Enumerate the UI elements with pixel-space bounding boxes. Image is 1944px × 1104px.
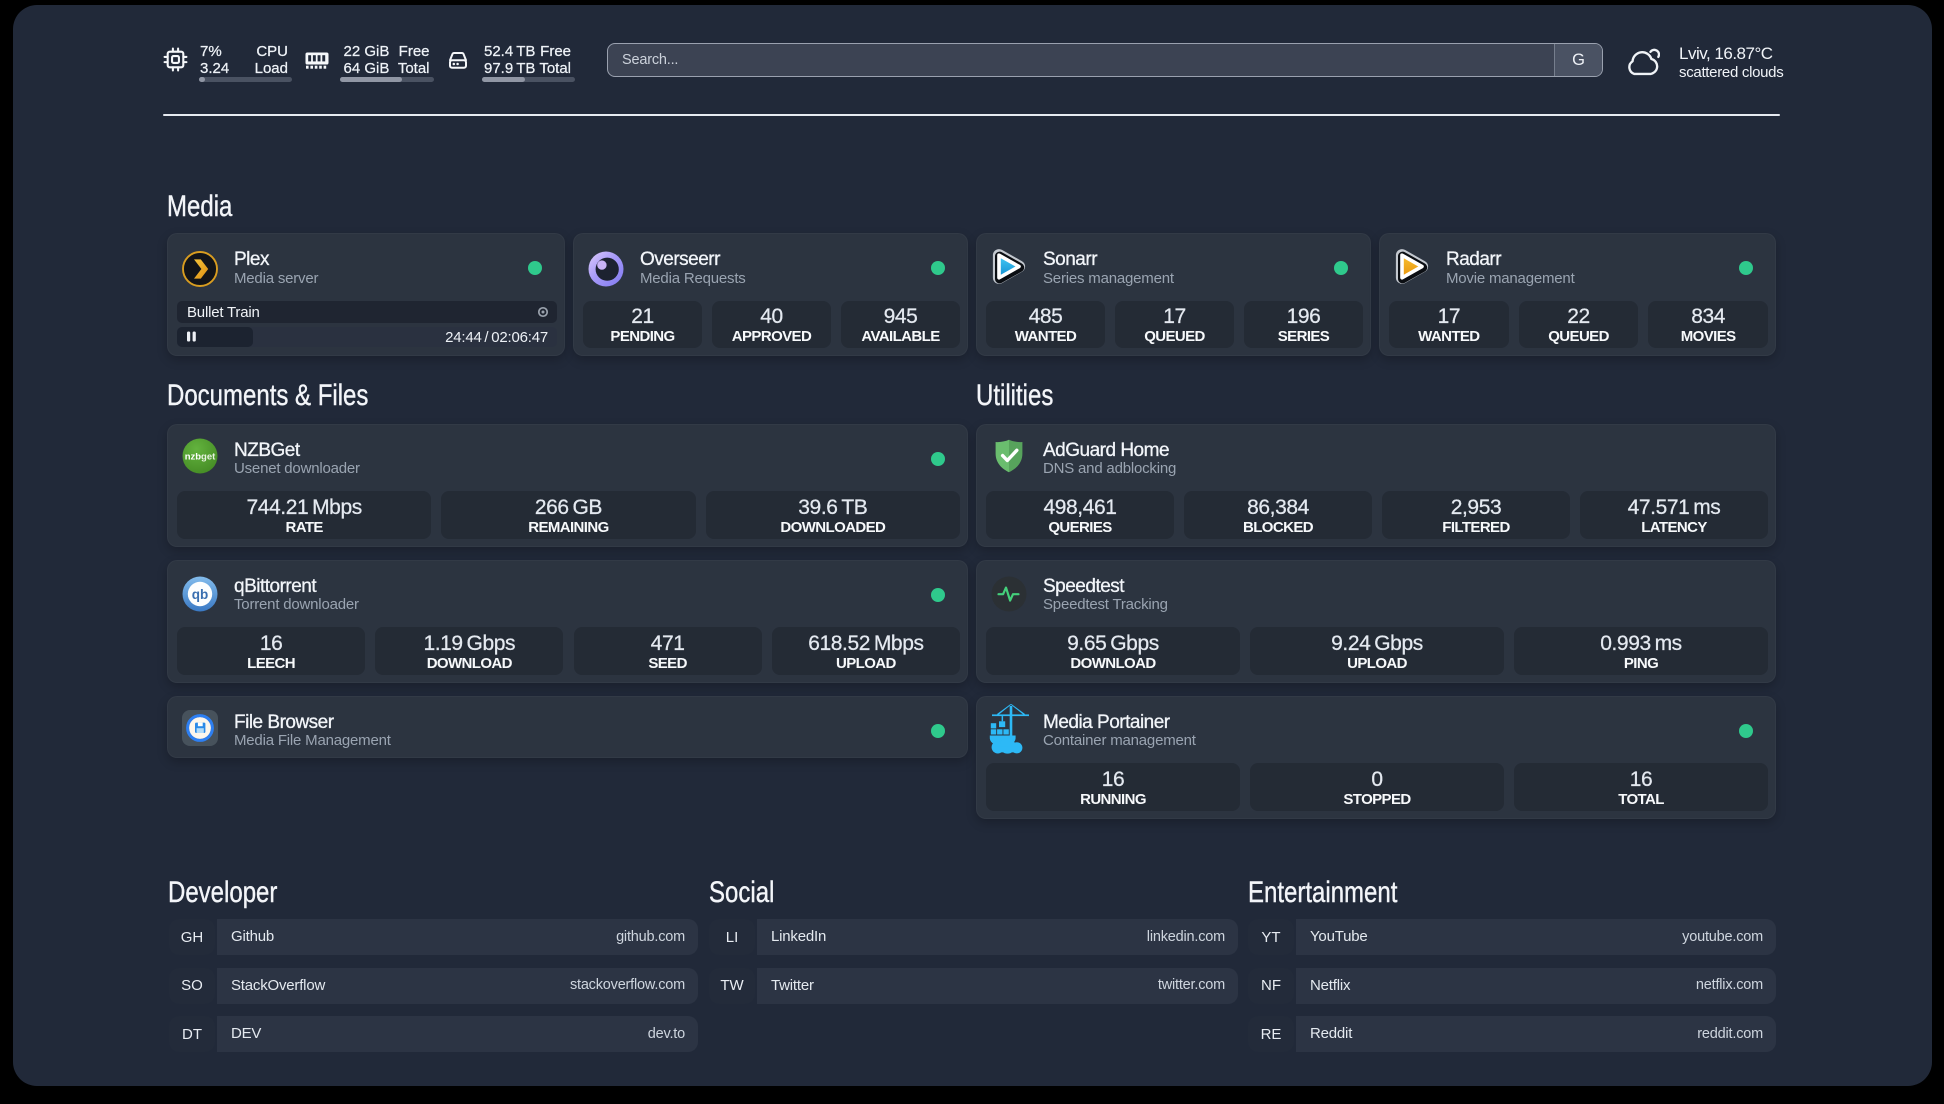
- svg-text:qb: qb: [192, 587, 209, 602]
- svg-text:nzbget: nzbget: [185, 451, 216, 462]
